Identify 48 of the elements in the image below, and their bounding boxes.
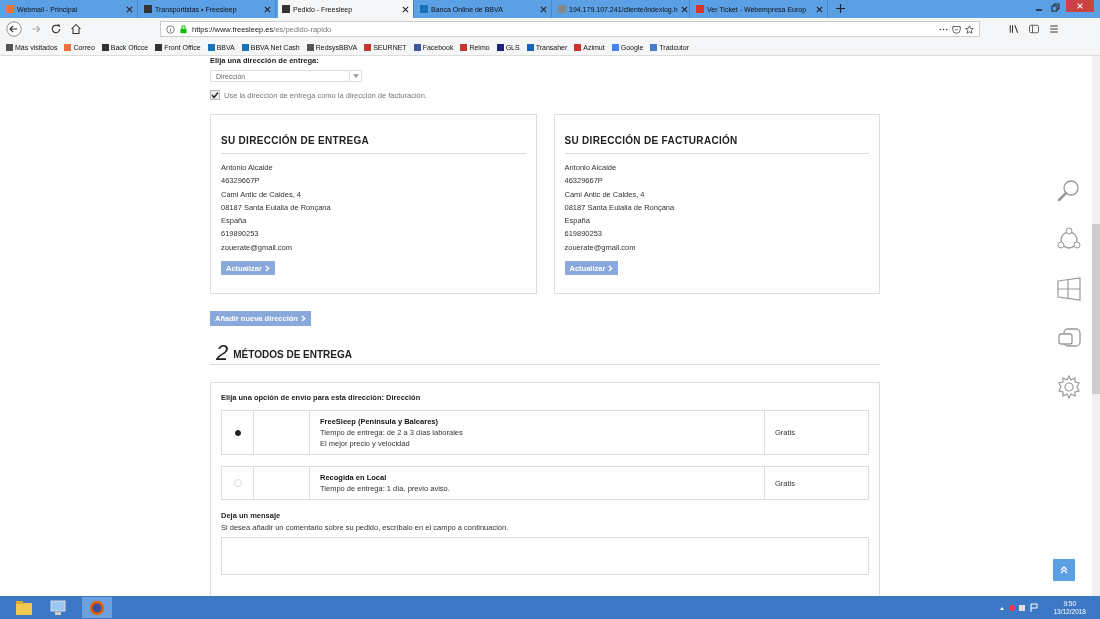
close-icon[interactable] <box>402 5 409 13</box>
home-icon[interactable] <box>70 23 82 35</box>
section-title: MÉTODOS DE ENTREGA <box>233 349 352 362</box>
chevrons-up-icon <box>1059 565 1069 575</box>
search-icon[interactable] <box>1056 178 1082 204</box>
close-icon[interactable] <box>540 5 547 13</box>
settings-icon[interactable] <box>1056 374 1082 400</box>
favicon-icon <box>144 5 152 13</box>
star-icon[interactable] <box>965 24 974 34</box>
sidebar-icon[interactable] <box>1028 23 1040 35</box>
back-icon[interactable] <box>6 21 22 37</box>
checkbox[interactable] <box>210 90 220 100</box>
reload-icon[interactable] <box>50 23 62 35</box>
message-field[interactable] <box>221 537 869 575</box>
monitor-icon[interactable] <box>48 597 68 618</box>
close-icon <box>1076 2 1084 10</box>
favicon-icon <box>558 5 566 13</box>
restore-icon[interactable] <box>1050 3 1060 13</box>
browser-icon <box>88 598 106 617</box>
favicon-icon <box>420 5 428 13</box>
close-icon[interactable] <box>816 5 823 13</box>
scrollbar-thumb[interactable] <box>1092 224 1100 394</box>
new-tab-icon[interactable] <box>836 4 845 13</box>
chevron-icon <box>264 264 270 272</box>
card-title: SU DIRECCIÓN DE ENTREGA <box>221 135 526 154</box>
close-icon[interactable] <box>264 5 271 13</box>
step-number: 2 <box>216 342 229 364</box>
back-to-top-button[interactable] <box>1053 559 1075 581</box>
favicon-icon <box>696 5 704 13</box>
tray-icons-drawing[interactable] <box>999 602 1040 613</box>
close-window-button[interactable] <box>1066 0 1094 12</box>
info-icon <box>166 24 175 34</box>
chevron-icon <box>608 264 614 272</box>
close-icon[interactable] <box>126 5 133 13</box>
pocket-icon[interactable] <box>952 24 961 34</box>
windows-icon[interactable] <box>1056 276 1082 302</box>
lock-icon <box>179 24 188 34</box>
library-icon[interactable] <box>1008 23 1020 35</box>
favicon-icon <box>282 5 290 13</box>
radio-button[interactable] <box>234 429 241 436</box>
taskbar-app[interactable] <box>82 597 112 618</box>
scrollbar[interactable] <box>1092 56 1100 596</box>
card-title: SU DIRECCIÓN DE FACTURACIÓN <box>564 135 869 154</box>
menu-icon[interactable] <box>1048 23 1060 35</box>
favicon-icon <box>6 5 14 13</box>
chevron-icon <box>300 315 306 322</box>
caret-icon <box>352 74 359 78</box>
close-icon[interactable] <box>680 5 688 13</box>
